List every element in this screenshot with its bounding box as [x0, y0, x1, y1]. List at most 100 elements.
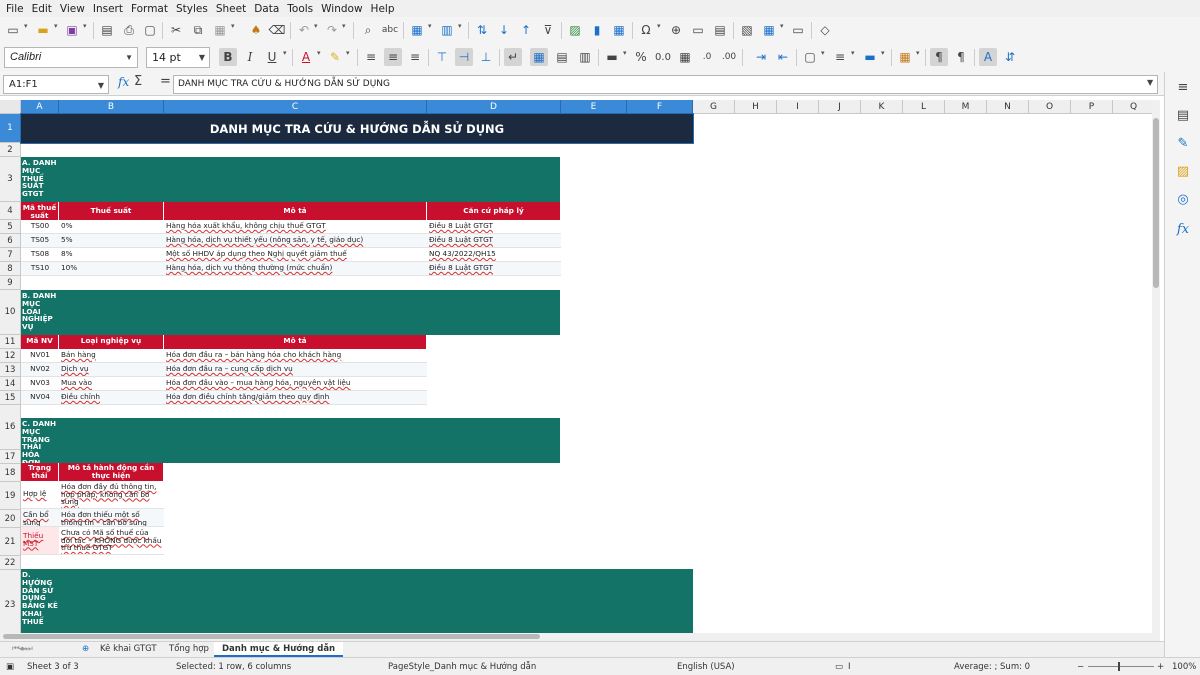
text-direction-ttb-icon[interactable]: ⇵	[1001, 48, 1019, 66]
menu-insert[interactable]: Insert	[89, 3, 127, 15]
highlight-dropdown-icon[interactable]: ▾	[346, 49, 350, 57]
column-header[interactable]: K	[861, 100, 903, 114]
redo-icon[interactable]: ↷	[323, 21, 341, 39]
border-color-dropdown-icon[interactable]: ▾	[881, 49, 885, 57]
table-cell[interactable]: 0%	[59, 220, 164, 234]
column-header[interactable]: P	[1071, 100, 1113, 114]
functions-icon[interactable]: fx	[1174, 222, 1192, 240]
table-cell[interactable]: Điều 8 Luật GTGT	[427, 234, 561, 248]
export-pdf-icon[interactable]: ▤	[98, 21, 116, 39]
left-to-right-icon[interactable]: ¶	[930, 48, 948, 66]
hyperlink-icon[interactable]: ⊕	[667, 21, 685, 39]
paste-dropdown-icon[interactable]: ▾	[231, 22, 235, 30]
row-header[interactable]: 10	[0, 290, 21, 335]
table-cell[interactable]: Hóa đơn thiếu một số thông tin – cần bổ …	[59, 509, 164, 527]
column-dropdown-icon[interactable]: ▾	[458, 22, 462, 30]
font-color-dropdown-icon[interactable]: ▾	[317, 49, 321, 57]
table-cell[interactable]: Chưa có Mã số thuế của đối tác – KHÔNG đ…	[59, 527, 164, 555]
currency-dropdown-icon[interactable]: ▾	[623, 49, 627, 57]
column-header[interactable]: I	[777, 100, 819, 114]
tab-nav-icon[interactable]: ⏮◂▸⏭	[4, 642, 40, 657]
row-header[interactable]: 9	[0, 276, 21, 290]
table-b-header-desc[interactable]: Mô tả	[164, 335, 427, 349]
clear-format-icon[interactable]: ⌫	[268, 21, 286, 39]
cut-icon[interactable]: ✂	[167, 21, 185, 39]
menu-help[interactable]: Help	[367, 3, 399, 15]
menu-styles[interactable]: Styles	[172, 3, 212, 15]
navigator-icon[interactable]: ◎	[1174, 192, 1192, 210]
table-cell[interactable]: 8%	[59, 248, 164, 262]
table-cell[interactable]: Mua vào	[59, 377, 164, 391]
align-right-icon[interactable]: ≡	[406, 48, 424, 66]
name-box[interactable]: A1:F1 ▼	[3, 75, 109, 94]
menu-format[interactable]: Format	[127, 3, 172, 15]
underline-icon[interactable]: U	[263, 48, 281, 66]
table-b-header-code[interactable]: Mã NV	[21, 335, 59, 349]
freeze-icon[interactable]: ▦	[760, 21, 778, 39]
table-cell[interactable]: NV01	[21, 349, 59, 363]
table-cell[interactable]: Dịch vụ	[59, 363, 164, 377]
table-b-header-type[interactable]: Loại nghiệp vụ	[59, 335, 164, 349]
row-header[interactable]: 8	[0, 262, 21, 276]
styles-icon[interactable]: ✎	[1174, 136, 1192, 154]
row-header[interactable]: 5	[0, 220, 21, 234]
table-cell[interactable]: 10%	[59, 262, 164, 276]
right-to-left-icon[interactable]: ¶	[952, 48, 970, 66]
sum-icon[interactable]: Σ	[134, 74, 142, 89]
row-header[interactable]: 14	[0, 377, 21, 391]
table-cell[interactable]: Cần bổ sung	[21, 509, 59, 527]
row-header[interactable]: 22	[0, 556, 21, 570]
column-header[interactable]: O	[1029, 100, 1071, 114]
undo-dropdown-icon[interactable]: ▾	[314, 22, 318, 30]
save-dropdown-icon[interactable]: ▾	[83, 22, 87, 30]
chevron-down-icon[interactable]: ▼	[199, 53, 205, 62]
column-header[interactable]: G	[693, 100, 735, 114]
tab-ke-khai-gtgt[interactable]: Kê khai GTGT	[92, 642, 165, 657]
sort-ascending-icon[interactable]: ↓	[495, 21, 513, 39]
sort-icon[interactable]: ⇅	[473, 21, 491, 39]
row-header[interactable]: 4	[0, 202, 21, 220]
expand-formula-icon[interactable]: ▼	[1147, 78, 1153, 87]
image-icon[interactable]: ▨	[566, 21, 584, 39]
table-cell[interactable]: TS10	[21, 262, 59, 276]
align-center-icon[interactable]: ≡	[384, 48, 402, 66]
zoom-out-icon[interactable]: −	[1077, 662, 1084, 672]
row-dropdown-icon[interactable]: ▾	[428, 22, 432, 30]
currency-icon[interactable]: ▬	[603, 48, 621, 66]
table-cell[interactable]: Điều 8 Luật GTGT	[427, 262, 561, 276]
row-header[interactable]: 1	[0, 114, 21, 143]
redo-dropdown-icon[interactable]: ▾	[342, 22, 346, 30]
table-cell[interactable]: Điều chỉnh	[59, 391, 164, 405]
chart-icon[interactable]: ▮	[588, 21, 606, 39]
new-doc-icon[interactable]: ▭	[4, 21, 22, 39]
table-cell[interactable]: Thiếu MST	[21, 527, 59, 555]
align-top-icon[interactable]: ⊤	[433, 48, 451, 66]
conditional-dropdown-icon[interactable]: ▾	[916, 49, 920, 57]
table-cell[interactable]: TS08	[21, 248, 59, 262]
row-header[interactable]: 7	[0, 248, 21, 262]
zoom-slider-handle[interactable]	[1118, 662, 1120, 671]
row-header[interactable]: 21	[0, 528, 21, 556]
freeze-dropdown-icon[interactable]: ▾	[780, 22, 784, 30]
show-draw-icon[interactable]: ◇	[816, 21, 834, 39]
column-header[interactable]: J	[819, 100, 861, 114]
define-print-area-icon[interactable]: ▧	[738, 21, 756, 39]
open-icon[interactable]: ▬	[34, 21, 52, 39]
menu-file[interactable]: File	[2, 3, 28, 15]
border-style-dropdown-icon[interactable]: ▾	[851, 49, 855, 57]
bold-icon[interactable]: B	[219, 48, 237, 66]
table-a-header-rate[interactable]: Thuế suất	[59, 202, 164, 220]
table-cell[interactable]: Hàng hóa, dịch vụ thông thường (mức chuẩ…	[164, 262, 427, 276]
column-header[interactable]: M	[945, 100, 987, 114]
paste-icon[interactable]: ▦	[211, 21, 229, 39]
row-header[interactable]: 12	[0, 349, 21, 363]
border-style-icon[interactable]: ≡	[831, 48, 849, 66]
menu-window[interactable]: Window	[317, 3, 366, 15]
column-header[interactable]: C	[164, 100, 427, 114]
column-header[interactable]: L	[903, 100, 945, 114]
table-cell[interactable]: 5%	[59, 234, 164, 248]
row-header[interactable]: 18	[0, 464, 21, 482]
find-replace-icon[interactable]: ⌕	[359, 21, 377, 39]
column-header[interactable]: E	[561, 100, 627, 114]
text-direction-ltr-icon[interactable]: A	[979, 48, 997, 66]
